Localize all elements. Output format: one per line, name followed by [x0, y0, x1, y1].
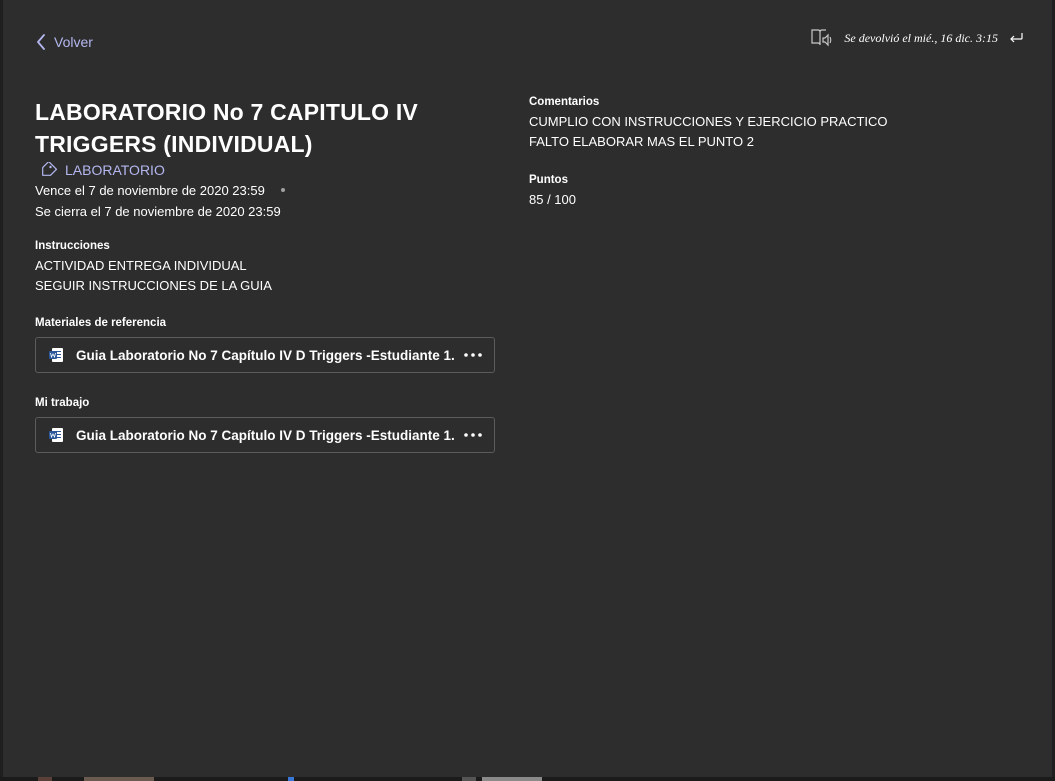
instructions-text: ACTIVIDAD ENTREGA INDIVIDUAL SEGUIR INST…	[35, 256, 497, 296]
assignment-title: LABORATORIO No 7 CAPITULO IV TRIGGERS (I…	[35, 99, 418, 157]
my-work-file-card[interactable]: Guia Laboratorio No 7 Capítulo IV D Trig…	[35, 417, 495, 453]
return-status: Se devolvió el mié., 16 dic. 3:15	[808, 26, 1024, 50]
more-icon	[464, 433, 482, 437]
immersive-reader-icon	[811, 29, 832, 47]
more-options-button[interactable]	[462, 425, 484, 445]
close-date: Se cierra el 7 de noviembre de 2020 23:5…	[35, 201, 497, 222]
feedback-label: Comentarios	[529, 96, 600, 108]
immersive-reader-button[interactable]	[808, 26, 834, 50]
reference-file-name: Guia Laboratorio No 7 Capítulo IV D Trig…	[76, 347, 454, 363]
category-label: LABORATORIO	[65, 162, 165, 178]
instructions-line: SEGUIR INSTRUCCIONES DE LA GUIA	[35, 278, 272, 293]
due-date: Vence el 7 de noviembre de 2020 23:59	[35, 180, 497, 201]
word-file-icon	[49, 428, 63, 442]
returned-date-text: Se devolvió el mié., 16 dic. 3:15	[844, 30, 998, 45]
instructions-label: Instrucciones	[35, 240, 110, 252]
due-date-text: Vence el 7 de noviembre de 2020 23:59	[35, 183, 265, 198]
more-options-button[interactable]	[462, 345, 484, 365]
grading-panel: Comentarios CUMPLIO CON INSTRUCCIONES Y …	[529, 96, 949, 210]
reference-materials-label: Materiales de referencia	[35, 317, 167, 329]
separator-dot	[280, 187, 285, 192]
reference-file-card[interactable]: Guia Laboratorio No 7 Capítulo IV D Trig…	[35, 337, 495, 373]
close-date-text: Se cierra el 7 de noviembre de 2020 23:5…	[35, 204, 281, 219]
return-arrow-icon	[1010, 33, 1023, 43]
more-icon	[464, 353, 482, 357]
category-tag[interactable]: LABORATORIO	[35, 162, 497, 178]
word-file-icon	[49, 348, 63, 362]
my-work-label: Mi trabajo	[35, 397, 90, 409]
instructions-line: ACTIVIDAD ENTREGA INDIVIDUAL	[35, 258, 247, 273]
my-work-file-name: Guia Laboratorio No 7 Capítulo IV D Trig…	[76, 427, 454, 443]
assignment-details: LABORATORIO No 7 CAPITULO IV TRIGGERS (I…	[35, 96, 497, 453]
back-label: Volver	[54, 34, 93, 50]
feedback-line: FALTO ELABORAR MAS EL PUNTO 2	[529, 134, 754, 149]
tag-icon	[42, 162, 57, 176]
back-button[interactable]: Volver	[36, 34, 93, 50]
assignment-window: Volver Se devolvió el mié., 16 dic. 3:15…	[3, 0, 1052, 777]
points-value: 85 / 100	[529, 192, 576, 207]
taskbar-edge	[0, 777, 1055, 781]
points-label: Puntos	[529, 174, 568, 186]
feedback-line: CUMPLIO CON INSTRUCCIONES Y EJERCICIO PR…	[529, 114, 888, 129]
feedback-text: CUMPLIO CON INSTRUCCIONES Y EJERCICIO PR…	[529, 112, 949, 152]
chevron-left-icon	[37, 34, 45, 50]
